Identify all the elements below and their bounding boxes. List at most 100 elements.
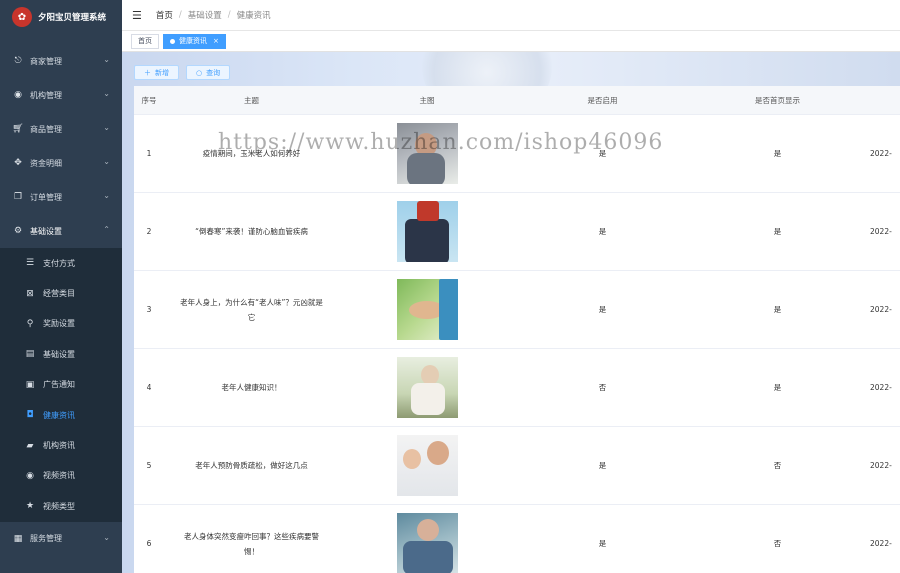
sidebar-item-label: 商品管理 [30, 124, 62, 134]
cell-date: 2022- [870, 227, 892, 236]
cell-home: 否 [773, 539, 782, 548]
cell-home: 是 [773, 227, 782, 236]
sidebar-item-label: 奖励设置 [43, 319, 75, 329]
sidebar-item-institution-news[interactable]: ▰ 机构资讯 [0, 430, 122, 460]
cell-index: 5 [146, 461, 152, 470]
sidebar-item-merchant[interactable]: ⎋ 商家管理 ⌄ [0, 44, 122, 78]
copy-icon: ❐ [13, 192, 23, 202]
cell-index: 3 [146, 305, 152, 314]
image-icon: ▣ [25, 379, 35, 390]
cell-index: 1 [146, 149, 152, 158]
cell-enabled: 是 [598, 149, 607, 158]
breadcrumb-separator: / [178, 10, 182, 20]
tag-label: 健康资讯 [179, 37, 207, 45]
monitor-icon: ▤ [25, 349, 35, 360]
logo-icon: ✿ [12, 7, 32, 27]
cell-image [339, 513, 515, 573]
sidebar-item-video-news[interactable]: ◉ 视频资讯 [0, 461, 122, 491]
radio-icon: ◉ [26, 470, 34, 481]
table-row[interactable]: 5 老年人预防骨质疏松，做好这几点 是 否 2022- [134, 427, 900, 505]
sidebar-item-label: 广告通知 [43, 380, 75, 390]
toolbar: ＋ 新增 ○ 查询 [134, 65, 231, 80]
cell-date: 2022- [870, 539, 892, 548]
chevron-down-icon: ⌄ [103, 157, 110, 166]
menu-toggle-icon[interactable]: ☰ [132, 9, 142, 22]
box-icon: ⊠ [26, 288, 34, 299]
sidebar-item-institution[interactable]: ◉ 机构管理 ⌄ [0, 78, 122, 112]
app-title: 夕阳宝贝管理系统 [38, 13, 107, 23]
sidebar-item-label: 支付方式 [43, 258, 75, 268]
table-row[interactable]: 4 老年人健康知识！ 否 是 2022- [134, 349, 900, 427]
table-row[interactable]: 6 老人身体突然变瘦咋回事？这些疾病要警惕！ 是 否 2022- [134, 505, 900, 573]
cell-image [339, 357, 515, 418]
close-icon[interactable]: × [213, 37, 219, 45]
cell-home: 否 [773, 461, 782, 470]
news-thumbnail [396, 123, 458, 184]
brand: ✿ 夕阳宝贝管理系统 [0, 0, 122, 34]
cell-home: 是 [773, 383, 782, 392]
cell-enabled: 是 [598, 539, 607, 548]
cell-index: 2 [146, 227, 152, 236]
sidebar-item-label: 资金明细 [30, 158, 62, 168]
grid-icon: ▦ [13, 533, 23, 544]
sidebar-item-orders[interactable]: ❐ 订单管理 ⌄ [0, 180, 122, 214]
sidebar-item-label: 健康资讯 [43, 410, 75, 420]
move-icon: ✥ [14, 158, 22, 168]
cell-enabled: 否 [598, 383, 607, 392]
sidebar-item-categories[interactable]: ⊠ 经营类目 [0, 278, 122, 308]
plus-icon: ＋ [144, 68, 151, 77]
table-row[interactable]: 2 “倒春寒”来袭！谨防心脑血管疾病 是 是 2022- [134, 193, 900, 271]
breadcrumb-separator: / [227, 10, 231, 20]
sidebar-item-label: 机构资讯 [43, 441, 75, 451]
list-icon: ☰ [25, 258, 35, 269]
sidebar-item-basic-settings[interactable]: ▤ 基础设置 [0, 339, 122, 369]
column-header: 是否启用 [587, 95, 618, 105]
active-dot-icon [170, 38, 175, 44]
sidebar-item-label: 订单管理 [30, 192, 62, 202]
cell-date: 2022- [870, 461, 892, 470]
sidebar-item-label: 基础设置 [30, 226, 62, 236]
add-button[interactable]: ＋ 新增 [134, 65, 179, 80]
cell-image [339, 123, 515, 184]
sidebar-item-label: 商家管理 [30, 56, 62, 66]
chevron-down-icon: ⌄ [103, 55, 110, 64]
tag-home[interactable]: 首页 [131, 33, 159, 49]
chevron-down-icon: ⌄ [103, 89, 110, 98]
cell-enabled: 是 [598, 461, 607, 470]
news-table: 序号 主题 主图 是否启用 是否首页显示 1 疫情期间，玉米老人如何养好 是 是… [134, 86, 900, 573]
sidebar-item-payment[interactable]: ☰ 支付方式 [0, 248, 122, 278]
sidebar-item-services[interactable]: ▦ 服务管理 ⌄ [0, 522, 122, 556]
sidebar-item-video-types[interactable]: ★ 视频类型 [0, 491, 122, 521]
table-header: 序号 主题 主图 是否启用 是否首页显示 [134, 86, 900, 115]
info-icon: ◘ [26, 410, 34, 421]
chevron-down-icon: ⌄ [103, 532, 110, 542]
star-icon: ★ [25, 501, 35, 512]
breadcrumb-home[interactable]: 首页 [156, 9, 173, 21]
cell-home: 是 [773, 149, 782, 158]
sidebar-item-ads[interactable]: ▣ 广告通知 [0, 370, 122, 400]
cell-image [339, 201, 515, 262]
sidebar-item-settings[interactable]: ⚙ 基础设置 ⌃ [0, 214, 122, 248]
column-header: 序号 [141, 95, 157, 105]
news-thumbnail [396, 279, 458, 340]
table-row[interactable]: 3 老年人身上，为什么有“老人味”？元凶就是它 是 是 2022- [134, 271, 900, 349]
sidebar-item-rewards[interactable]: ⚲ 奖励设置 [0, 309, 122, 339]
cell-image [339, 435, 515, 496]
sidebar: ✿ 夕阳宝贝管理系统 ⎋ 商家管理 ⌄ ◉ 机构管理 ⌄ 🛒︎ 商品管理 ⌄ ✥… [0, 0, 122, 573]
cart-icon: 🛒︎ [12, 124, 24, 134]
tag-health-news[interactable]: 健康资讯 × [163, 33, 226, 49]
chevron-down-icon: ⌄ [103, 123, 110, 132]
main-content: ＋ 新增 ○ 查询 序号 主题 主图 是否启用 是否首页显示 1 疫情期间，玉米… [122, 52, 900, 573]
cell-image [339, 279, 515, 340]
sidebar-item-health-news[interactable]: ◘ 健康资讯 [0, 400, 122, 430]
merchant-icon: ⎋ [14, 56, 22, 66]
search-button[interactable]: ○ 查询 [186, 65, 231, 80]
table-row[interactable]: 1 疫情期间，玉米老人如何养好 是 是 2022- [134, 115, 900, 193]
sidebar-item-funds[interactable]: ✥ 资金明细 ⌄ [0, 146, 122, 180]
chevron-down-icon: ⌄ [103, 191, 110, 200]
github-icon: ◉ [14, 90, 22, 100]
cell-title: “倒春寒”来袭！谨防心脑血管疾病 [195, 227, 308, 236]
sidebar-item-goods[interactable]: 🛒︎ 商品管理 ⌄ [0, 112, 122, 146]
news-thumbnail [396, 357, 458, 418]
tags-view: 首页 健康资讯 × [122, 31, 900, 52]
